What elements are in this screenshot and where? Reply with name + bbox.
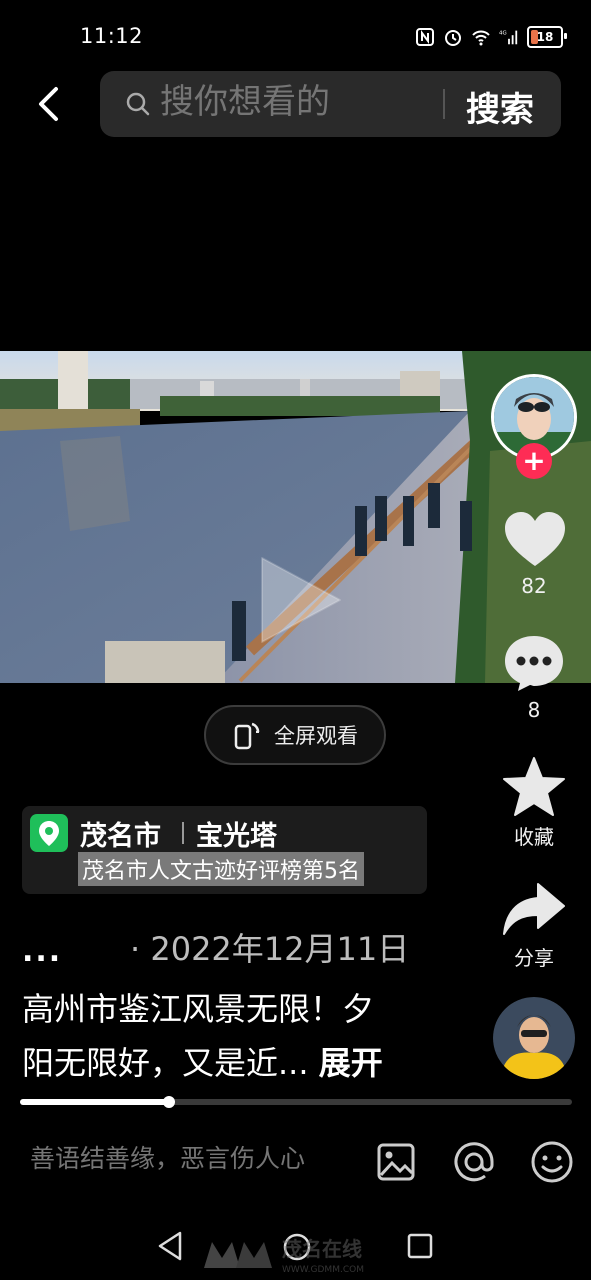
location-city: 茂名市: [80, 821, 161, 852]
progress-knob[interactable]: [163, 1096, 176, 1108]
svg-text:4G: 4G: [499, 30, 507, 36]
share-arrow-icon[interactable]: [502, 880, 566, 938]
share-label: 分享: [514, 946, 554, 970]
search-input[interactable]: [160, 82, 430, 122]
comment-icon[interactable]: [502, 633, 566, 693]
search-button[interactable]: 搜索: [466, 82, 534, 131]
post-date: · 2022年12月11日: [130, 930, 410, 968]
emoji-icon[interactable]: [530, 1140, 574, 1184]
location-rank-badge: 茂名市人文古迹好评榜第5名: [78, 852, 364, 886]
wifi-icon: [472, 30, 490, 46]
favorite-label: 收藏: [514, 825, 554, 849]
location-pin-icon: [30, 814, 68, 852]
nav-back-icon[interactable]: [156, 1230, 184, 1262]
comment-count: 8: [527, 698, 541, 722]
fullscreen-label: 全屏观看: [274, 724, 358, 748]
description-line-2: 阳无限好，又是近... 展开: [22, 1038, 383, 1084]
music-disc-avatar[interactable]: [493, 997, 575, 1079]
like-count: 82: [521, 574, 547, 598]
location-separator: [182, 822, 184, 844]
heart-icon[interactable]: [503, 510, 567, 570]
svg-text:茂名在线: 茂名在线: [282, 1237, 362, 1261]
fullscreen-rotate-icon: [234, 722, 260, 750]
play-icon[interactable]: [244, 548, 348, 652]
location-place: 宝光塔: [196, 821, 277, 852]
status-time: 11:12: [80, 24, 144, 48]
alarm-icon: [445, 30, 461, 46]
description-line-1: 高州市鉴江风景无限！夕: [22, 990, 375, 1028]
watermark-logo: 茂名在线 WWW.GDMM.COM: [204, 1237, 364, 1275]
back-button[interactable]: [30, 82, 66, 126]
music-avatar-image: [493, 997, 575, 1079]
at-mention-icon[interactable]: [452, 1140, 496, 1184]
follow-button[interactable]: +: [516, 443, 552, 479]
expand-button[interactable]: 展开: [319, 1044, 383, 1082]
progress-fill: [20, 1099, 170, 1105]
signal-icon: 4G: [499, 30, 518, 45]
image-icon[interactable]: [376, 1142, 416, 1182]
fullscreen-button[interactable]: 全屏观看: [204, 705, 386, 765]
search-divider: [443, 89, 445, 119]
status-icons: 4G 18: [415, 24, 567, 50]
description-line-2-text: 阳无限好，又是近...: [22, 1044, 309, 1082]
comment-input[interactable]: [30, 1144, 350, 1173]
nfc-icon: [416, 28, 434, 46]
svg-text:WWW.GDMM.COM: WWW.GDMM.COM: [282, 1265, 364, 1275]
star-icon[interactable]: [502, 756, 566, 818]
chevron-left-icon: [39, 87, 58, 121]
battery-icon: 18: [527, 26, 567, 48]
nav-recents-icon[interactable]: [407, 1233, 433, 1259]
search-icon: [126, 92, 150, 116]
author-name-truncated[interactable]: ...: [22, 934, 62, 969]
